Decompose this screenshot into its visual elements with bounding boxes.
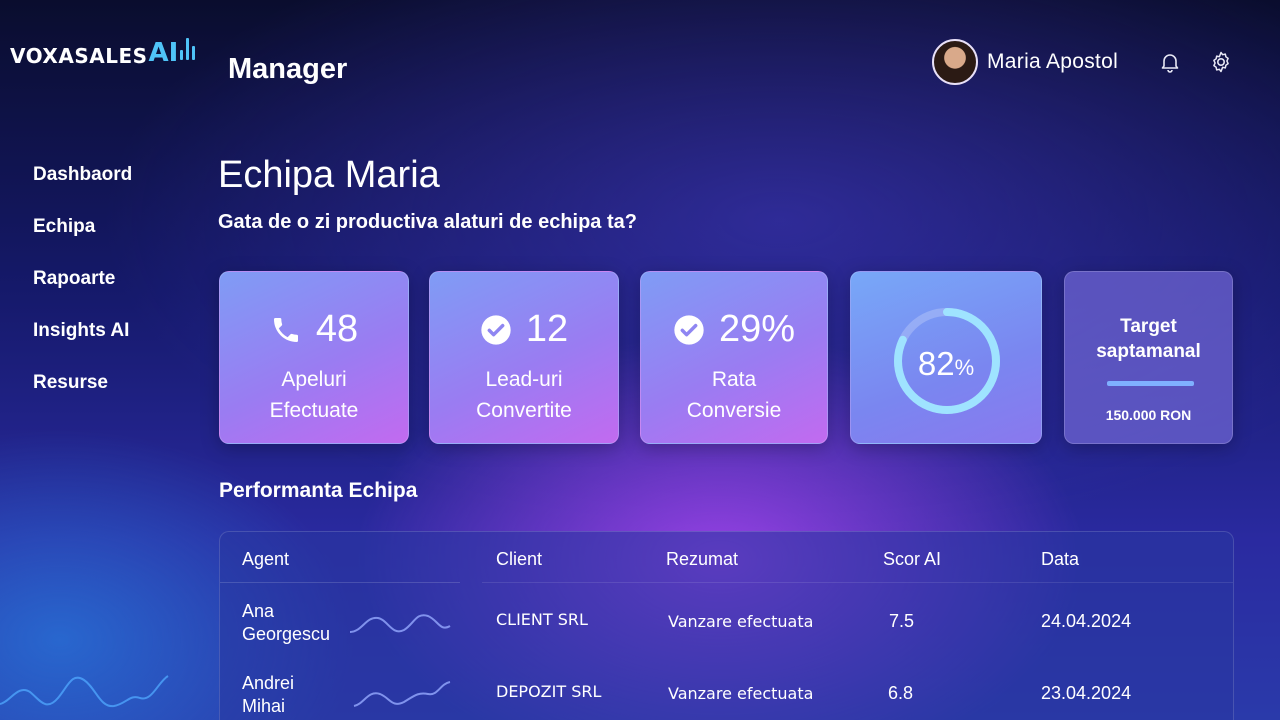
- logo-text: VOXASALES: [10, 44, 148, 68]
- agent-first-name: Ana: [242, 601, 275, 621]
- user-name: Maria Apostol: [987, 50, 1119, 73]
- gauge-number: 82: [917, 345, 955, 382]
- section-title: Performanta Echipa: [219, 479, 418, 502]
- agent-first-name: Andrei: [242, 673, 295, 693]
- sparkline: [353, 681, 451, 707]
- performance-table: Agent Client Rezumat Scor AI Data Ana Ge…: [219, 531, 1234, 720]
- date: 23.04.2024: [1041, 683, 1132, 703]
- sidebar-item-resurse[interactable]: Resurse: [33, 370, 132, 422]
- stat-value: 29%: [718, 308, 796, 350]
- logo-ai: AI: [148, 38, 179, 68]
- ai-score: 7.5: [889, 611, 915, 631]
- summary: Vanzare efectuata: [668, 612, 814, 631]
- client-name: CLIENT SRL: [496, 610, 588, 629]
- column-header-agent[interactable]: Agent: [242, 549, 289, 570]
- stat-label: Rata Conversie: [641, 364, 827, 426]
- check-circle-icon: [674, 314, 704, 345]
- app-title: Manager: [228, 53, 348, 85]
- gauge-unit: %: [954, 355, 975, 380]
- column-header-scor-ai[interactable]: Scor AI: [883, 549, 941, 570]
- gear-icon[interactable]: [1209, 50, 1233, 74]
- page-title: Echipa Maria: [218, 154, 440, 196]
- client-name: DEPOZIT SRL: [496, 682, 602, 701]
- wave-decoration: [0, 675, 169, 708]
- sidebar: Dashbaord Echipa Rapoarte Insights AI Re…: [33, 162, 132, 422]
- header-divider: [482, 582, 1233, 583]
- date: 24.04.2024: [1041, 611, 1132, 631]
- stat-value: 12: [525, 308, 569, 350]
- avatar[interactable]: [932, 39, 978, 85]
- ai-score: 6.8: [888, 683, 914, 703]
- sparkline: [349, 614, 451, 633]
- stat-card-leaduri[interactable]: 12 Lead-uri Convertite: [429, 271, 619, 444]
- agent-name: Ana Georgescu: [242, 600, 330, 646]
- column-header-rezumat[interactable]: Rezumat: [666, 549, 738, 570]
- check-circle-icon: [481, 314, 511, 345]
- sidebar-item-rapoarte[interactable]: Rapoarte: [33, 266, 132, 318]
- user-menu[interactable]: Maria Apostol: [932, 39, 1118, 85]
- agent-last-name: Mihai: [242, 696, 286, 716]
- stat-label-line2: Conversie: [686, 399, 782, 422]
- stat-card-rata[interactable]: 29% Rata Conversie: [640, 271, 828, 444]
- sidebar-item-echipa[interactable]: Echipa: [33, 214, 132, 266]
- bell-icon[interactable]: [1158, 50, 1182, 74]
- stat-label-line1: Apeluri: [281, 368, 347, 391]
- target-title: Target saptamanal: [1065, 314, 1232, 364]
- target-card[interactable]: Target saptamanal 150.000 RON: [1064, 271, 1233, 444]
- column-header-client[interactable]: Client: [496, 549, 542, 570]
- phone-icon: [273, 317, 298, 342]
- stat-value: 48: [315, 308, 359, 350]
- sidebar-item-dashboard[interactable]: Dashbaord: [33, 162, 132, 214]
- agent-last-name: Georgescu: [242, 624, 331, 644]
- stat-label-line2: Convertite: [476, 399, 572, 422]
- logo-bars-icon: [180, 38, 196, 60]
- target-title-line2: saptamanal: [1096, 341, 1201, 362]
- stat-label: Apeluri Efectuate: [220, 364, 408, 426]
- summary: Vanzare efectuata: [668, 684, 814, 703]
- agent-name: Andrei Mihai: [242, 672, 294, 718]
- stat-label: Lead-uri Convertite: [430, 364, 618, 426]
- header-divider: [220, 582, 460, 583]
- stat-label-line1: Rata: [711, 368, 757, 391]
- column-header-data[interactable]: Data: [1041, 549, 1079, 570]
- target-value: 150.000 RON: [1105, 407, 1192, 423]
- target-title-line1: Target: [1120, 316, 1177, 337]
- stat-label-line2: Efectuate: [269, 399, 359, 422]
- gauge-value: 82%: [851, 345, 1041, 383]
- sidebar-item-insights-ai[interactable]: Insights AI: [33, 318, 132, 370]
- logo: VOXASALES AI: [10, 38, 196, 68]
- gauge-card[interactable]: 82%: [850, 271, 1042, 444]
- target-bar: [1107, 381, 1194, 386]
- page-subtitle: Gata de o zi productiva alaturi de echip…: [218, 211, 637, 233]
- stat-card-apeluri[interactable]: 48 Apeluri Efectuate: [219, 271, 409, 444]
- stat-label-line1: Lead-uri: [485, 368, 563, 391]
